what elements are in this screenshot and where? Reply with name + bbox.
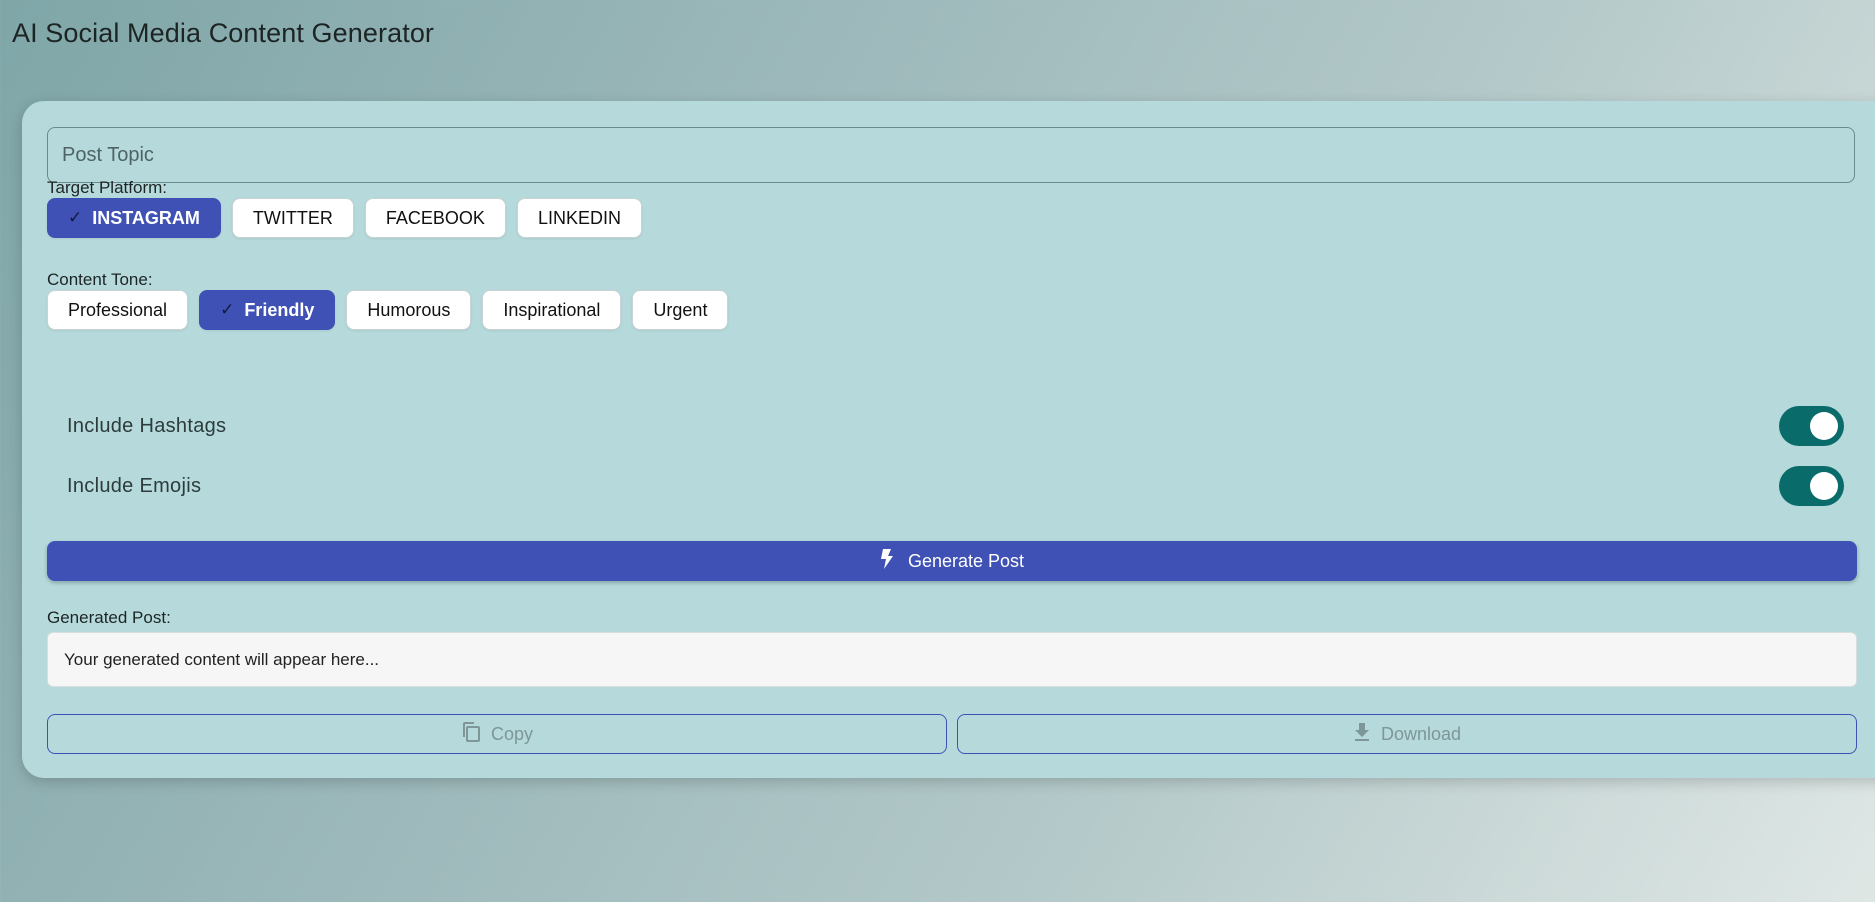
check-icon: ✓ [68,208,83,227]
hashtags-toggle[interactable] [1779,406,1844,446]
emojis-toggle-label: Include Emojis [67,474,202,497]
download-icon [1353,722,1371,747]
copy-button[interactable]: Copy [47,714,947,754]
download-label: Download [1380,723,1462,744]
emojis-toggle[interactable] [1779,466,1844,506]
check-icon: ✓ [220,300,235,319]
platform-chip-instagram[interactable]: ✓ INSTAGRAM [47,198,221,238]
tone-chip-urgent[interactable]: Urgent [632,290,729,330]
tone-chip-group: Professional ✓ Friendly Humorous Inspira… [47,290,729,330]
content-tone-label: Content Tone: [47,270,153,289]
generated-post-output: Your generated content will appear here.… [47,632,1857,687]
platform-chip-linkedin[interactable]: LINKEDIN [516,198,642,238]
tone-chip-humorous[interactable]: Humorous [346,290,472,330]
app-title: AI Social Media Content Generator [12,18,435,48]
copy-icon [461,721,481,748]
hashtags-toggle-label: Include Hashtags [67,414,227,437]
platform-chip-twitter[interactable]: TWITTER [231,198,354,238]
platform-chip-label: TWITTER [252,207,333,228]
tone-chip-professional[interactable]: Professional [47,290,189,330]
tone-chip-label: Urgent [653,299,708,320]
tone-chip-friendly[interactable]: ✓ Friendly [199,290,336,330]
copy-label: Copy [490,723,534,744]
emojis-toggle-row: Include Emojis [67,464,1844,508]
toggle-knob [1810,472,1838,500]
post-topic-input[interactable] [47,127,1855,183]
download-button[interactable]: Download [957,714,1857,754]
hashtags-toggle-row: Include Hashtags [67,404,1844,448]
tone-chip-label: Professional [68,299,168,320]
target-platform-label: Target Platform: [47,178,167,197]
generated-post-label: Generated Post: [47,608,171,627]
generate-post-button[interactable]: Generate Post [47,541,1857,581]
bolt-icon [880,548,894,574]
tone-chip-label: Inspirational [503,299,601,320]
platform-chip-label: LINKEDIN [537,207,621,228]
generator-card: Target Platform: ✓ INSTAGRAM TWITTER FAC… [22,101,1875,778]
tone-chip-label: Humorous [367,299,451,320]
platform-chip-label: INSTAGRAM [92,207,200,228]
toggle-knob [1810,412,1838,440]
tone-chip-inspirational[interactable]: Inspirational [482,290,622,330]
generated-post-placeholder: Your generated content will appear here.… [64,649,380,669]
tone-chip-label: Friendly [244,299,315,320]
platform-chip-label: FACEBOOK [385,207,485,228]
platform-chip-group: ✓ INSTAGRAM TWITTER FACEBOOK LINKEDIN [47,198,642,238]
platform-chip-facebook[interactable]: FACEBOOK [364,198,506,238]
generate-post-label: Generate Post [907,550,1025,571]
